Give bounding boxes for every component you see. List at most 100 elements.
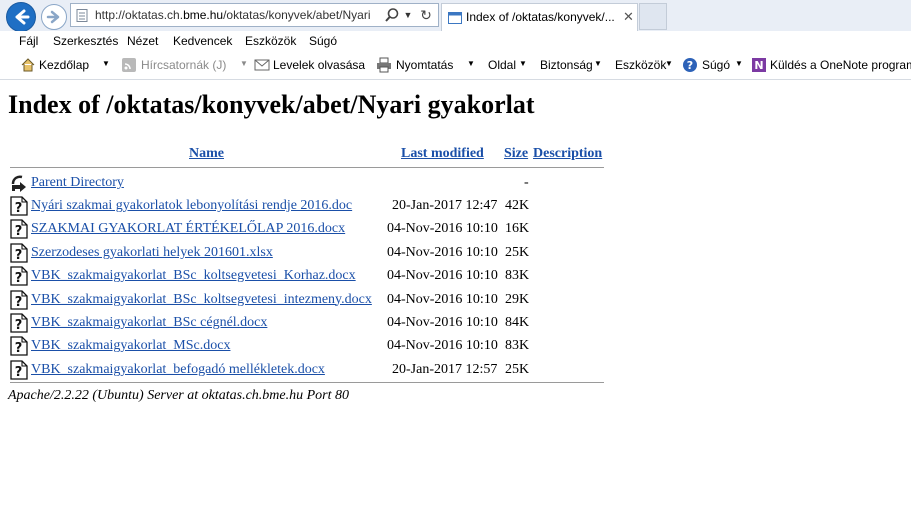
page-title: Index of /oktatas/konyvek/abet/Nyari gya… <box>8 90 535 119</box>
parent-size: - <box>524 175 529 190</box>
help-menu[interactable]: Súgó <box>702 58 730 72</box>
file-row: ? VBK_szakmaigyakorlat_BSc_koltsegvetesi_… <box>10 265 610 287</box>
print-button[interactable]: Nyomtatás <box>396 58 453 72</box>
svg-text:?: ? <box>687 59 693 72</box>
close-icon[interactable]: ✕ <box>623 9 634 25</box>
page-menu[interactable]: Oldal <box>488 58 516 72</box>
menu-file[interactable]: Fájl <box>19 34 38 48</box>
safety-menu[interactable]: Biztonság <box>540 58 593 72</box>
mail-icon[interactable] <box>254 57 270 73</box>
tools-menu[interactable]: Eszközök <box>615 58 666 72</box>
file-modified: 04-Nov-2016 10:10 <box>387 338 498 354</box>
file-row: ? Nyári szakmai gyakorlatok lebonyolítási… <box>10 195 610 217</box>
menu-edit[interactable]: Szerkesztés <box>53 34 118 48</box>
feeds-button[interactable]: Hírcsatornák (J) <box>141 58 226 72</box>
feed-icon[interactable] <box>121 57 137 73</box>
file-link[interactable]: VBK_szakmaigyakorlat_BSc_koltsegvetesi_K… <box>31 268 356 284</box>
menu-view[interactable]: Nézet <box>127 34 158 48</box>
url-prefix: http://oktatas.ch. <box>95 8 184 22</box>
column-header-last-modified[interactable]: Last modified <box>401 146 484 162</box>
parent-directory-link[interactable]: Parent Directory <box>31 175 124 191</box>
forward-button[interactable] <box>41 4 67 30</box>
svg-text:N: N <box>754 59 763 72</box>
file-row: ? VBK_szakmaigyakorlat_befogadó melléklet… <box>10 359 610 381</box>
file-size: 83K <box>505 338 530 354</box>
column-header-description[interactable]: Description <box>533 146 602 162</box>
onenote-icon[interactable]: N <box>751 57 767 73</box>
unknown-file-icon: ? <box>10 243 28 263</box>
file-modified: 04-Nov-2016 10:10 <box>387 268 498 284</box>
header-divider <box>10 167 604 168</box>
forward-arrow-icon <box>46 10 60 24</box>
file-link[interactable]: VBK_szakmaigyakorlat_MSc.docx <box>31 338 230 354</box>
page-content: Index of /oktatas/konyvek/abet/Nyari gya… <box>0 80 911 523</box>
file-size: 83K <box>505 268 530 284</box>
file-size: 42K <box>505 198 530 213</box>
search-icon[interactable] <box>384 7 400 23</box>
file-size: 29K <box>505 291 530 307</box>
page-icon <box>76 9 88 22</box>
column-header-size[interactable]: Size <box>504 146 528 162</box>
back-button[interactable] <box>6 2 36 32</box>
file-modified: 20-Jan-2017 12:57 <box>392 361 498 377</box>
send-to-onenote-button[interactable]: Küldés a OneNote programba <box>770 58 911 72</box>
title-bar: http://oktatas.ch.bme.hu/oktatas/konyvek… <box>0 0 911 32</box>
back-folder-icon <box>11 175 26 192</box>
home-button[interactable]: Kezdőlap <box>39 58 89 72</box>
new-tab-button[interactable] <box>639 3 667 30</box>
help-icon[interactable]: ? <box>682 57 698 73</box>
file-link[interactable]: Nyári szakmai gyakorlatok lebonyolítási … <box>31 198 352 214</box>
file-link[interactable]: SZAKMAI GYAKORLAT ÉRTÉKELŐLAP 2016.docx <box>31 221 345 237</box>
file-link[interactable]: Szerzodeses gyakorlati helyek 201601.xls… <box>31 245 273 261</box>
file-row: ? Szerzodeses gyakorlati helyek 201601.xl… <box>10 242 610 264</box>
file-size: 84K <box>505 315 530 330</box>
unknown-file-icon: ? <box>10 289 28 310</box>
file-modified: 04-Nov-2016 10:10 <box>387 315 498 330</box>
svg-text:?: ? <box>15 271 23 286</box>
file-row: ? VBK_szakmaigyakorlat_MSc.docx 04-Nov-201… <box>10 335 610 357</box>
file-link[interactable]: VBK_szakmaigyakorlat_BSc cégnél.docx <box>31 315 267 331</box>
command-bar: Kezdőlap ▼ Hírcsatornák (J) ▼ Levelek ol… <box>0 53 911 80</box>
url-suffix: /oktatas/konyvek/abet/Nyari <box>223 8 371 22</box>
address-url[interactable]: http://oktatas.ch.bme.hu/oktatas/konyvek… <box>95 8 380 22</box>
unknown-file-icon: ? <box>10 336 28 356</box>
column-header-name[interactable]: Name <box>189 146 224 162</box>
chevron-down-icon[interactable]: ▼ <box>735 59 743 68</box>
unknown-file-icon: ? <box>10 219 28 239</box>
file-size: 16K <box>505 221 530 237</box>
parent-directory-row: Parent Directory - <box>10 172 610 194</box>
chevron-down-icon[interactable]: ▼ <box>240 59 248 68</box>
menu-tools[interactable]: Eszközök <box>245 34 296 48</box>
svg-text:?: ? <box>15 365 23 380</box>
server-signature: Apache/2.2.22 (Ubuntu) Server at oktatas… <box>8 388 349 403</box>
unknown-file-icon: ? <box>10 266 28 286</box>
chevron-down-icon[interactable]: ▼ <box>665 59 673 68</box>
address-bar[interactable]: http://oktatas.ch.bme.hu/oktatas/konyvek… <box>70 3 439 27</box>
svg-text:?: ? <box>15 201 23 216</box>
tab-active[interactable]: Index of /oktatas/konyvek/... ✕ <box>441 3 638 31</box>
chevron-down-icon[interactable]: ▼ <box>402 7 414 23</box>
print-icon[interactable] <box>376 57 392 73</box>
menu-bar: Fájl Szerkesztés Nézet Kedvencek Eszközö… <box>0 31 911 53</box>
menu-help[interactable]: Súgó <box>309 34 337 48</box>
chevron-down-icon[interactable]: ▼ <box>519 59 527 68</box>
file-link[interactable]: VBK_szakmaigyakorlat_BSc_koltsegvetesi_i… <box>31 292 372 308</box>
url-domain: bme.hu <box>183 8 224 22</box>
unknown-file-icon: ? <box>10 360 28 380</box>
chevron-down-icon[interactable]: ▼ <box>467 59 475 68</box>
refresh-icon[interactable]: ↻ <box>418 7 434 23</box>
svg-text:?: ? <box>15 318 23 333</box>
file-size: 25K <box>505 361 530 377</box>
menu-favorites[interactable]: Kedvencek <box>173 34 232 48</box>
file-size: 25K <box>505 244 530 260</box>
chevron-down-icon[interactable]: ▼ <box>102 59 110 68</box>
file-link[interactable]: VBK_szakmaigyakorlat_befogadó melléklete… <box>31 362 325 378</box>
file-modified: 20-Jan-2017 12:47 <box>392 198 498 213</box>
svg-text:?: ? <box>15 248 23 263</box>
home-icon[interactable] <box>20 57 36 73</box>
back-arrow-icon <box>15 9 30 25</box>
read-mail-button[interactable]: Levelek olvasása <box>273 58 365 72</box>
svg-text:?: ? <box>15 341 23 356</box>
file-modified: 04-Nov-2016 10:10 <box>387 221 498 237</box>
chevron-down-icon[interactable]: ▼ <box>594 59 602 68</box>
